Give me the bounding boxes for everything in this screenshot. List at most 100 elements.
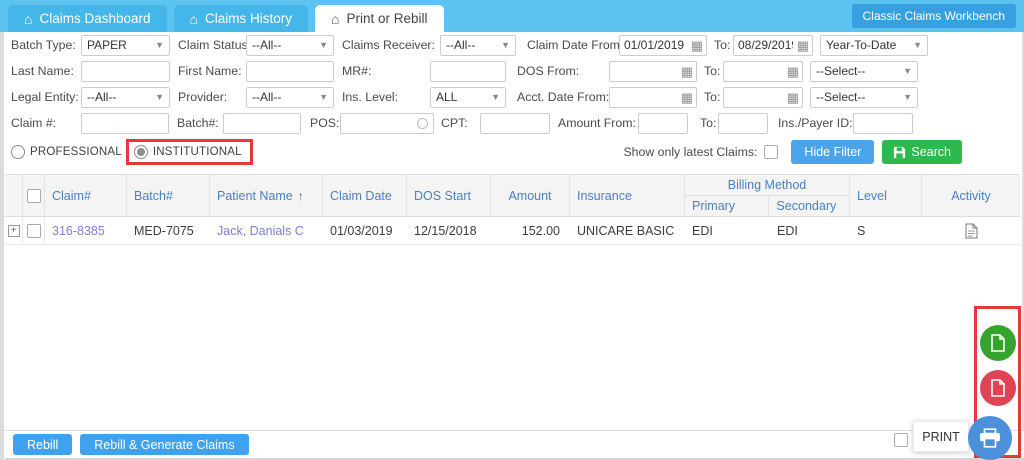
claims-receiver-select[interactable]: --All-- ▼ [440, 35, 516, 56]
row-checkbox[interactable] [27, 224, 41, 238]
last-name-field[interactable] [81, 61, 170, 82]
last-name-input[interactable] [82, 62, 169, 81]
search-button[interactable]: Search [882, 140, 962, 164]
calendar-icon[interactable]: ▦ [691, 39, 706, 52]
provider-select[interactable]: --All-- ▼ [246, 87, 334, 108]
col-patient-label: Patient Name [217, 189, 293, 203]
dos-to-field[interactable]: ▦ [723, 61, 803, 82]
acct-date-range-value: --Select-- [816, 90, 865, 104]
filter-row-3: Legal Entity: --All-- ▼ Provider: --All-… [5, 84, 1024, 110]
ins-level-select[interactable]: ALL ▼ [430, 87, 506, 108]
print-checkbox[interactable] [894, 433, 908, 447]
calendar-icon[interactable]: ▦ [681, 91, 696, 104]
ins-payer-id-field[interactable] [853, 113, 913, 134]
col-billing-method: Billing Method [685, 175, 849, 196]
claim-date-to-field[interactable]: ▦ [733, 35, 813, 56]
dos-to-label: To: [704, 64, 723, 78]
lookup-circle-icon[interactable] [417, 118, 428, 129]
hide-filter-button[interactable]: Hide Filter [791, 140, 874, 164]
amount-from-input[interactable] [639, 114, 687, 133]
claim-date-from-input[interactable] [620, 36, 691, 55]
expand-row-button[interactable]: + [8, 225, 20, 237]
calendar-icon[interactable]: ▦ [797, 39, 812, 52]
acct-date-to-field[interactable]: ▦ [723, 87, 803, 108]
calendar-icon[interactable]: ▦ [787, 91, 802, 104]
amount-to-input[interactable] [719, 114, 767, 133]
pos-field[interactable] [340, 113, 434, 134]
col-patient[interactable]: Patient Name ↑ [210, 175, 323, 216]
claim-status-select[interactable]: --All-- ▼ [246, 35, 334, 56]
claim-date-to-input[interactable] [734, 36, 797, 55]
tab-claims-dashboard[interactable]: ⌂ Claims Dashboard [8, 5, 167, 32]
acct-date-to-input[interactable] [724, 88, 787, 107]
amount-to-field[interactable] [718, 113, 768, 134]
home-icon: ⌂ [331, 12, 339, 26]
show-latest-claims-checkbox[interactable] [764, 145, 778, 159]
dos-from-input[interactable] [610, 62, 681, 81]
amount-cell: 152.00 [491, 217, 570, 244]
acct-date-from-input[interactable] [610, 88, 681, 107]
dos-range-select[interactable]: --Select-- ▼ [810, 61, 918, 82]
dos-from-label: DOS From: [517, 64, 609, 78]
tab-print-or-rebill[interactable]: ⌂ Print or Rebill [315, 5, 444, 32]
legal-entity-select[interactable]: --All-- ▼ [81, 87, 170, 108]
claim-date-from-field[interactable]: ▦ [619, 35, 707, 56]
col-level[interactable]: Level [850, 175, 922, 216]
batch-number-field[interactable] [223, 113, 301, 134]
batch-type-select[interactable]: PAPER ▼ [81, 35, 170, 56]
col-batch[interactable]: Batch# [127, 175, 210, 216]
acct-date-range-select[interactable]: --Select-- ▼ [810, 87, 918, 108]
radio-institutional[interactable] [134, 145, 148, 159]
print-fab-button[interactable] [968, 416, 1012, 460]
first-name-field[interactable] [246, 61, 334, 82]
patient-name-link[interactable]: Jack, Danials C [217, 224, 304, 238]
cpt-field[interactable] [480, 113, 550, 134]
ins-payer-id-input[interactable] [854, 114, 912, 133]
col-dos-start[interactable]: DOS Start [407, 175, 491, 216]
mr-number-field[interactable] [430, 61, 506, 82]
claim-date-to-label: To: [714, 38, 733, 52]
radio-professional[interactable] [11, 145, 25, 159]
calendar-icon[interactable]: ▦ [681, 65, 696, 78]
activity-document-icon[interactable] [965, 223, 978, 239]
claim-number-input[interactable] [82, 114, 168, 133]
acct-date-from-field[interactable]: ▦ [609, 87, 697, 108]
batch-number-input[interactable] [224, 114, 300, 133]
insurance-cell: UNICARE BASIC [570, 217, 685, 244]
cpt-input[interactable] [481, 114, 549, 133]
rebill-generate-claims-button[interactable]: Rebill & Generate Claims [80, 434, 248, 455]
col-primary[interactable]: Primary [685, 196, 769, 216]
print-label[interactable]: PRINT [913, 421, 969, 452]
dos-to-input[interactable] [724, 62, 787, 81]
select-all-checkbox[interactable] [27, 189, 41, 203]
dos-from-field[interactable]: ▦ [609, 61, 697, 82]
filter-panel: Batch Type: PAPER ▼ Claim Status: --All-… [5, 32, 1024, 168]
tab-bar: ⌂ Claims Dashboard ⌂ Claims History ⌂ Pr… [0, 0, 1024, 32]
col-insurance[interactable]: Insurance [570, 175, 685, 216]
chevron-down-icon: ▼ [501, 40, 510, 50]
generate-claims-file-green-button[interactable] [980, 325, 1016, 361]
table-row: + 316-8385 MED-7075 Jack, Danials C 01/0… [5, 217, 1020, 245]
claim-number-field[interactable] [81, 113, 169, 134]
amount-from-field[interactable] [638, 113, 688, 134]
level-cell: S [850, 217, 922, 244]
first-name-input[interactable] [247, 62, 333, 81]
claim-number-link[interactable]: 316-8385 [52, 224, 105, 238]
home-icon: ⌂ [190, 12, 198, 26]
col-secondary[interactable]: Secondary [769, 196, 849, 216]
claim-date-range-select[interactable]: Year-To-Date ▼ [820, 35, 928, 56]
col-claim-date[interactable]: Claim Date [323, 175, 407, 216]
col-amount[interactable]: Amount [491, 175, 570, 216]
pos-input[interactable] [341, 114, 417, 133]
mr-number-input[interactable] [431, 62, 505, 81]
first-name-label: First Name: [178, 64, 246, 78]
filter-row-4: Claim #: Batch#: POS: CPT: Amount From: … [5, 110, 1024, 136]
rebill-button[interactable]: Rebill [13, 434, 72, 455]
generate-claims-file-red-button[interactable] [980, 370, 1016, 406]
calendar-icon[interactable]: ▦ [787, 65, 802, 78]
tab-claims-history[interactable]: ⌂ Claims History [174, 5, 308, 32]
col-claim[interactable]: Claim# [45, 175, 127, 216]
classic-claims-workbench-button[interactable]: Classic Claims Workbench [852, 4, 1016, 28]
last-name-label: Last Name: [11, 64, 81, 78]
legal-entity-value: --All-- [87, 90, 116, 104]
